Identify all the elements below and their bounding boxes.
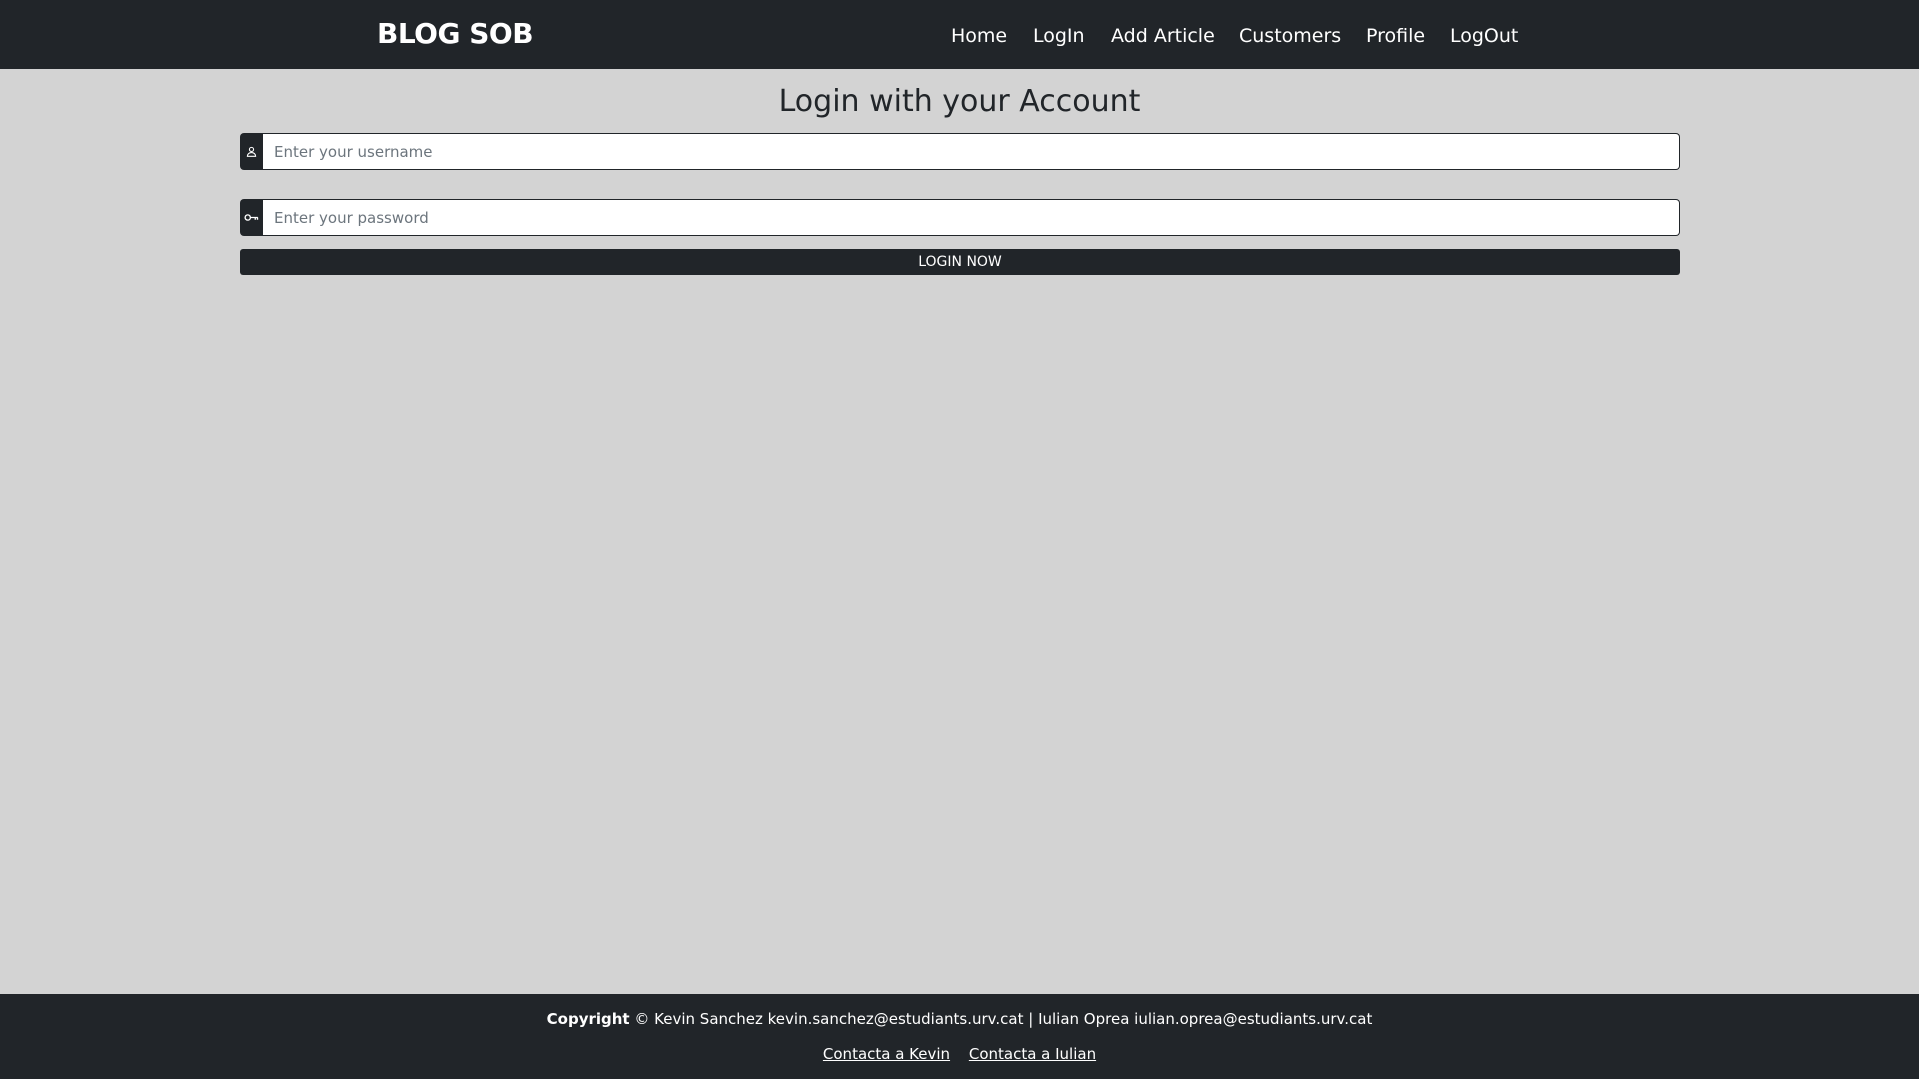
username-group bbox=[240, 133, 1680, 170]
footer: Copyright © Kevin Sanchez kevin.sanchez@… bbox=[0, 994, 1919, 1079]
brand-logo[interactable]: BLOG SOB bbox=[377, 14, 534, 54]
password-group bbox=[240, 199, 1680, 236]
footer-links: Contacta a Kevin Contacta a Iulian bbox=[0, 1043, 1919, 1065]
person-icon bbox=[240, 133, 263, 170]
authors-text: Kevin Sanchez kevin.sanchez@estudiants.u… bbox=[654, 1010, 1373, 1028]
contact-iulian-link[interactable]: Contacta a Iulian bbox=[969, 1045, 1096, 1063]
login-now-button[interactable]: LOGIN NOW bbox=[240, 249, 1680, 275]
nav-link-logout[interactable]: LogOut bbox=[1450, 20, 1518, 52]
page-title: Login with your Account bbox=[778, 84, 1141, 119]
copyright-symbol: © bbox=[634, 1010, 650, 1028]
key-icon bbox=[240, 199, 263, 236]
nav-link-customers[interactable]: Customers bbox=[1239, 20, 1341, 52]
nav-link-add-article[interactable]: Add Article bbox=[1111, 20, 1215, 52]
nav-link-login[interactable]: LogIn bbox=[1033, 20, 1085, 52]
password-input[interactable] bbox=[263, 199, 1680, 236]
nav-link-profile[interactable]: Profile bbox=[1366, 20, 1425, 52]
contact-kevin-link[interactable]: Contacta a Kevin bbox=[823, 1045, 950, 1063]
username-input[interactable] bbox=[263, 133, 1680, 170]
copyright-label: Copyright bbox=[546, 1010, 630, 1028]
top-navbar: BLOG SOB Home LogIn Add Article Customer… bbox=[0, 0, 1919, 69]
footer-copyright: Copyright © Kevin Sanchez kevin.sanchez@… bbox=[0, 1008, 1919, 1030]
page: BLOG SOB Home LogIn Add Article Customer… bbox=[0, 0, 1919, 1079]
nav-link-home[interactable]: Home bbox=[951, 20, 1007, 52]
